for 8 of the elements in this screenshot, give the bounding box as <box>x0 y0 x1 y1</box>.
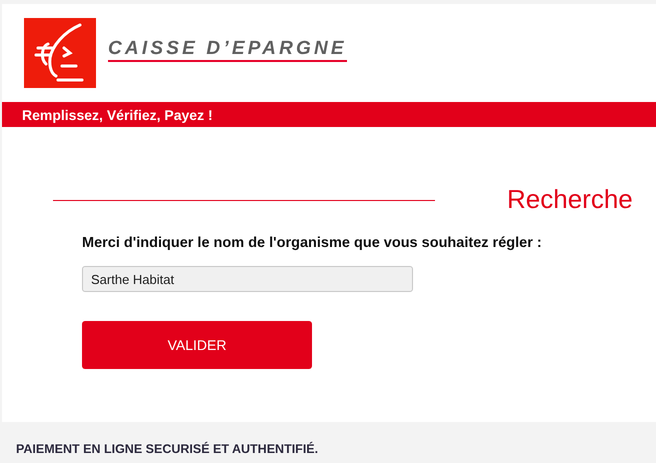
footer-text: PAIEMENT EN LIGNE SECURISÉ ET AUTHENTIFIÉ. <box>16 442 318 456</box>
logo-icon <box>24 18 96 88</box>
banner-text: Remplissez, Vérifiez, Payez ! <box>22 106 213 122</box>
organisation-input[interactable]: Sarthe Habitat <box>82 266 413 292</box>
section-title: Recherche <box>507 184 633 215</box>
brand-name: CAISSE D’EPARGNE <box>108 39 347 62</box>
field-label: Merci d'indiquer le nom de l'organisme que vous souhaitez régler : <box>82 235 543 251</box>
validate-button[interactable]: VALIDER <box>82 321 312 369</box>
